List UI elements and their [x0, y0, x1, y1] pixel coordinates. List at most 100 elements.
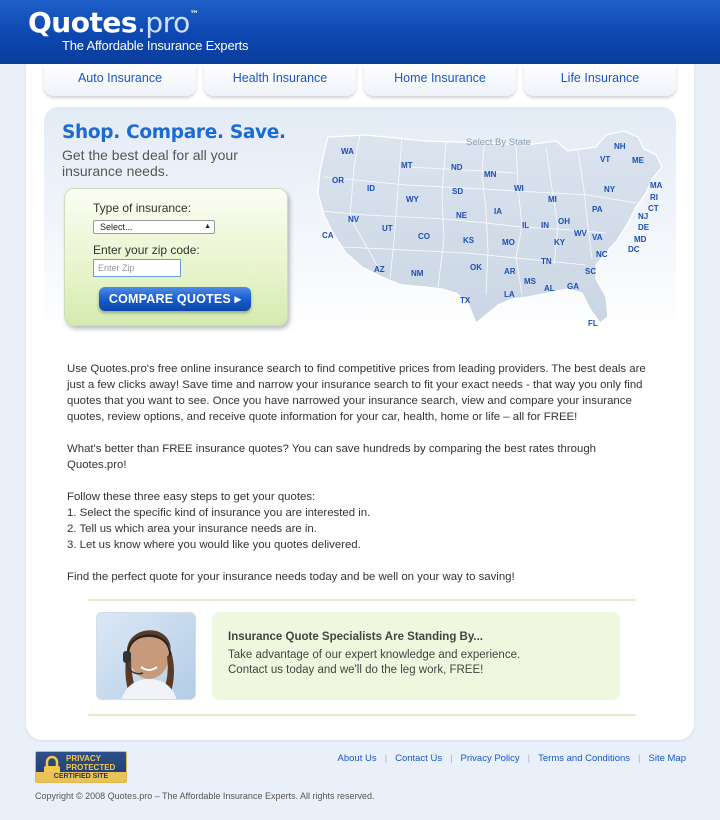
state-nv[interactable]: NV: [348, 215, 359, 224]
state-in[interactable]: IN: [541, 221, 549, 230]
state-ny[interactable]: NY: [604, 185, 615, 194]
state-ne[interactable]: NE: [456, 211, 467, 220]
state-de[interactable]: DE: [638, 223, 649, 232]
zip-label: Enter your zip code:: [93, 243, 200, 257]
divider-top: [88, 599, 636, 601]
state-mn[interactable]: MN: [484, 170, 496, 179]
state-sd[interactable]: SD: [452, 187, 463, 196]
hero-subtitle: Get the best deal for all your insurance…: [62, 147, 238, 179]
specialists-line: Take advantage of our expert knowledge a…: [228, 649, 521, 661]
state-ca[interactable]: CA: [322, 231, 334, 240]
agent-headset-image: [121, 630, 177, 699]
state-ut[interactable]: UT: [382, 224, 393, 233]
state-nd[interactable]: ND: [451, 163, 463, 172]
state-va[interactable]: VA: [592, 233, 603, 242]
step-item: 2. Tell us which area your insurance nee…: [67, 523, 317, 535]
state-tx[interactable]: TX: [460, 296, 470, 305]
zip-input[interactable]: Enter Zip: [93, 259, 181, 277]
state-ct[interactable]: CT: [648, 204, 659, 213]
state-mo[interactable]: MO: [502, 238, 515, 247]
tagline: The Affordable Insurance Experts: [62, 38, 249, 53]
state-nh[interactable]: NH: [614, 142, 626, 151]
logo-tm: ™: [189, 10, 199, 20]
copyright: Copyright © 2008 Quotes.pro – The Afford…: [35, 791, 375, 801]
savings-paragraph: What's better than FREE insurance quotes…: [67, 443, 596, 471]
state-fl[interactable]: FL: [588, 319, 598, 328]
insurance-type-value: Select...: [100, 222, 133, 232]
state-ok[interactable]: OK: [470, 263, 482, 272]
badge-certified: CERTIFIED SITE: [36, 772, 126, 782]
state-md[interactable]: MD: [634, 235, 646, 244]
state-ky[interactable]: KY: [554, 238, 565, 247]
state-mt[interactable]: MT: [401, 161, 413, 170]
specialists-line: Contact us today and we'll do the leg wo…: [228, 664, 484, 676]
state-al[interactable]: AL: [544, 284, 555, 293]
state-ri[interactable]: RI: [650, 193, 658, 202]
us-map[interactable]: [306, 127, 676, 337]
separator: |: [638, 753, 641, 764]
state-tn[interactable]: TN: [541, 257, 552, 266]
state-sc[interactable]: SC: [585, 267, 596, 276]
footer-link-privacy[interactable]: Privacy Policy: [461, 753, 520, 764]
separator: |: [450, 753, 453, 764]
state-ma[interactable]: MA: [650, 181, 662, 190]
select-arrows-icon: ▲︎: [204, 223, 211, 230]
tab-life-insurance[interactable]: Life Insurance: [524, 64, 676, 96]
separator: |: [527, 753, 531, 764]
state-vt[interactable]: VT: [600, 155, 610, 164]
specialist-photo: [96, 612, 196, 700]
state-ga[interactable]: GA: [567, 282, 579, 291]
tab-home-insurance[interactable]: Home Insurance: [364, 64, 516, 96]
badge-line: PROTECTED: [66, 763, 116, 772]
state-me[interactable]: ME: [632, 156, 644, 165]
separator: |: [384, 753, 388, 764]
insurance-type-select[interactable]: Select... ▲︎: [93, 220, 215, 234]
intro-paragraph: Use Quotes.pro's free online insurance s…: [67, 363, 646, 423]
us-map-outline[interactable]: [317, 130, 663, 324]
state-wv[interactable]: WV: [574, 229, 587, 238]
map-heading: Select By State: [466, 137, 531, 148]
site-header: Quotes.pro™ The Affordable Insurance Exp…: [0, 0, 720, 64]
state-ia[interactable]: IA: [494, 207, 502, 216]
state-co[interactable]: CO: [418, 232, 430, 241]
arrow-right-icon: ▸: [234, 292, 242, 306]
state-dc[interactable]: DC: [628, 245, 640, 254]
logo-ext: .pro: [137, 6, 190, 39]
intro-text: Use Quotes.pro's free online insurance s…: [67, 361, 657, 601]
privacy-badge[interactable]: PRIVACY PROTECTED CERTIFIED SITE: [35, 751, 127, 783]
logo[interactable]: Quotes.pro™: [28, 6, 199, 39]
state-wy[interactable]: WY: [406, 195, 419, 204]
insurance-tabs: Auto Insurance Health Insurance Home Ins…: [44, 64, 678, 96]
state-ks[interactable]: KS: [463, 236, 474, 245]
steps-intro: Follow these three easy steps to get you…: [67, 491, 316, 503]
state-nm[interactable]: NM: [411, 269, 423, 278]
state-mi[interactable]: MI: [548, 195, 557, 204]
state-pa[interactable]: PA: [592, 205, 603, 214]
state-wa[interactable]: WA: [341, 147, 354, 156]
state-wi[interactable]: WI: [514, 184, 524, 193]
state-az[interactable]: AZ: [374, 265, 385, 274]
badge-text: PRIVACY PROTECTED: [66, 754, 115, 772]
tab-auto-insurance[interactable]: Auto Insurance: [44, 64, 196, 96]
state-or[interactable]: OR: [332, 176, 344, 185]
footer-link-sitemap[interactable]: Site Map: [649, 753, 687, 764]
state-nj[interactable]: NJ: [638, 212, 648, 221]
footer-link-terms[interactable]: Terms and Conditions: [538, 753, 630, 764]
tab-health-insurance[interactable]: Health Insurance: [204, 64, 356, 96]
step-item: 1. Select the specific kind of insurance…: [67, 507, 371, 519]
compare-quotes-label: COMPARE QUOTES: [108, 292, 231, 306]
state-nc[interactable]: NC: [596, 250, 608, 259]
state-il[interactable]: IL: [522, 221, 529, 230]
footer-links: About Us | Contact Us | Privacy Policy | Terms…: [338, 753, 686, 764]
footer-link-contact[interactable]: Contact Us: [395, 753, 442, 764]
footer-link-about[interactable]: About Us: [338, 753, 377, 764]
state-oh[interactable]: OH: [558, 217, 570, 226]
state-ar[interactable]: AR: [504, 267, 516, 276]
step-item: 3. Let us know where you would like you …: [67, 539, 361, 551]
state-la[interactable]: LA: [504, 290, 515, 299]
compare-quotes-button[interactable]: COMPARE QUOTES ▸: [99, 287, 251, 311]
state-ms[interactable]: MS: [524, 277, 536, 286]
steps-list: Follow these three easy steps to get you…: [67, 489, 657, 553]
state-id[interactable]: ID: [367, 184, 375, 193]
badge-line: PRIVACY: [66, 754, 101, 763]
